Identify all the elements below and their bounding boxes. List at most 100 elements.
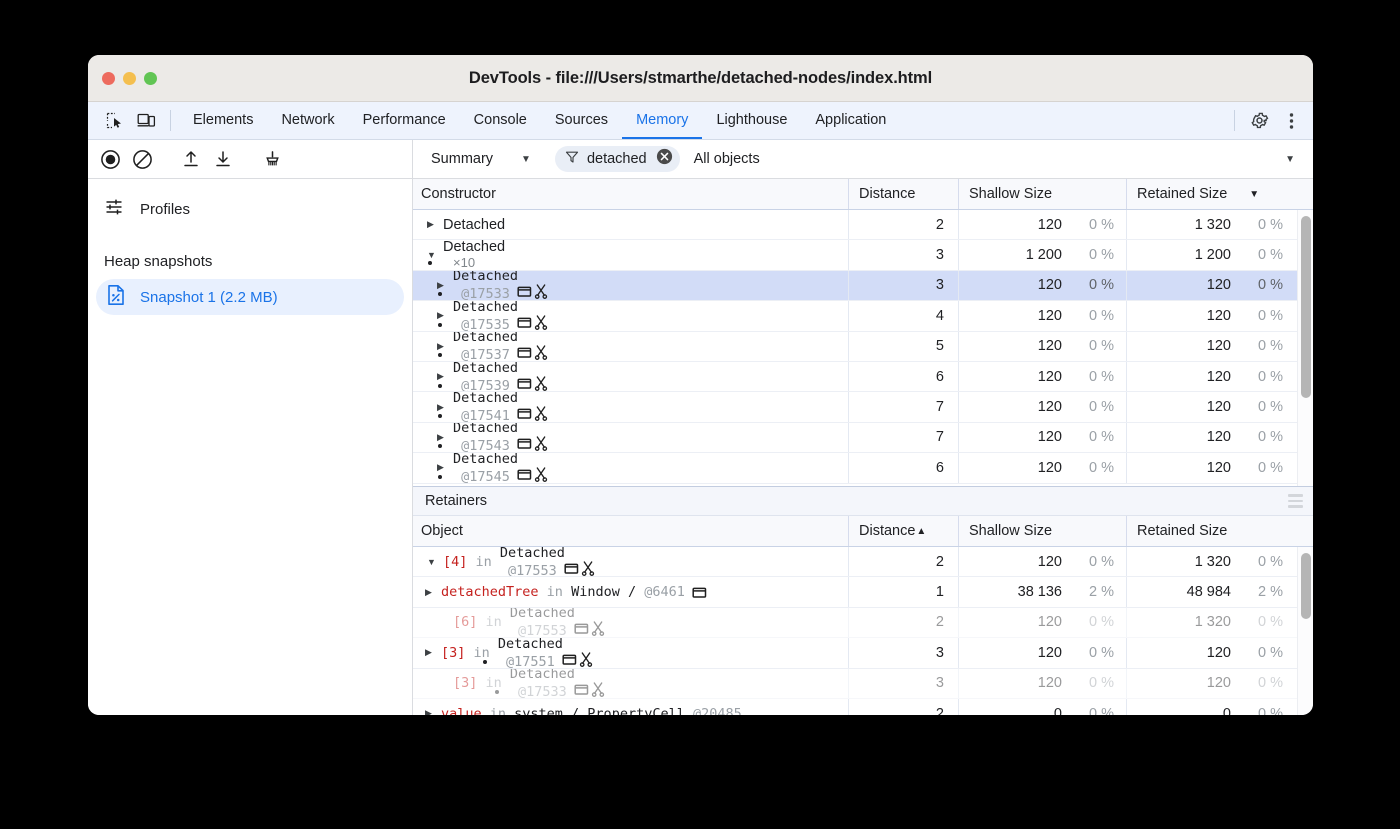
column-header-retainers-shallow[interactable]: Shallow Size bbox=[959, 516, 1127, 546]
upload-icon[interactable] bbox=[175, 149, 207, 169]
row-icons[interactable] bbox=[517, 467, 548, 482]
constructor-row[interactable]: ▶Detached @1753331200 %1200 % bbox=[413, 271, 1313, 301]
filter-input[interactable]: detached bbox=[555, 146, 680, 172]
tab-lighthouse[interactable]: Lighthouse bbox=[702, 102, 801, 139]
retainers-scrollbar-thumb[interactable] bbox=[1301, 553, 1311, 619]
device-toolbar-icon[interactable] bbox=[130, 102, 162, 139]
row-expander[interactable]: ▶ bbox=[425, 708, 441, 715]
constructor-name: Detached @17543 bbox=[453, 423, 548, 452]
retainer-distance-cell: 2 bbox=[849, 547, 959, 576]
constructor-row[interactable]: ▶Detached @1754171200 %1200 % bbox=[413, 392, 1313, 422]
row-icons[interactable] bbox=[564, 561, 595, 576]
download-icon[interactable] bbox=[207, 149, 239, 169]
tab-application[interactable]: Application bbox=[801, 102, 900, 139]
row-expander[interactable]: ▼ bbox=[427, 557, 443, 567]
tab-memory[interactable]: Memory bbox=[622, 102, 702, 139]
retainer-shallow-percent: 0 % bbox=[1072, 614, 1114, 630]
retainers-scrollbar[interactable] bbox=[1297, 547, 1313, 715]
gear-icon[interactable] bbox=[1243, 102, 1275, 139]
sidebar-item-snapshot-1[interactable]: Snapshot 1 (2.2 MB) bbox=[96, 279, 404, 315]
column-header-constructor[interactable]: Constructor bbox=[413, 179, 849, 209]
collect-garbage-icon[interactable] bbox=[256, 149, 288, 170]
retainer-object-id: @17553 bbox=[500, 563, 557, 577]
sidebar-item-label-snapshot: Snapshot 1 (2.2 MB) bbox=[140, 289, 278, 306]
retainer-key: detachedTree bbox=[441, 584, 539, 600]
retainer-object-cell: ▶value in system / PropertyCell @20485 bbox=[413, 699, 849, 715]
row-expander[interactable]: ▶ bbox=[425, 587, 441, 598]
retainer-row[interactable]: [3] in Detached @1753331200 %1200 % bbox=[413, 669, 1313, 699]
constructor-row[interactable]: ▼Detached ×1031 2000 %1 2000 % bbox=[413, 240, 1313, 270]
retainer-row[interactable]: ▶value in system / PropertyCell @2048520… bbox=[413, 699, 1313, 715]
clear-filter-icon[interactable] bbox=[655, 147, 674, 171]
inspect-element-icon[interactable] bbox=[98, 102, 130, 139]
tabbar-actions bbox=[1226, 102, 1313, 139]
row-icons[interactable] bbox=[574, 621, 605, 636]
tab-performance[interactable]: Performance bbox=[349, 102, 460, 139]
column-header-retained-size[interactable]: Retained Size ▼ bbox=[1127, 179, 1295, 209]
retainer-row[interactable]: [6] in Detached @1755321200 %1 3200 % bbox=[413, 608, 1313, 638]
column-header-object[interactable]: Object bbox=[413, 516, 849, 546]
retained-size-percent: 0 % bbox=[1241, 247, 1283, 263]
shallow-size-percent: 0 % bbox=[1072, 460, 1114, 476]
constructor-row[interactable]: ▶Detached 21200 %1 3200 % bbox=[413, 210, 1313, 240]
retainer-target: Detached @17551 bbox=[498, 638, 593, 667]
distance-cell: 4 bbox=[849, 301, 959, 330]
constructors-scrollbar[interactable] bbox=[1297, 210, 1313, 486]
object-id: @17537 bbox=[453, 347, 510, 361]
retainer-row[interactable]: ▼[4] in Detached @1755321200 %1 3200 % bbox=[413, 547, 1313, 577]
retainer-row[interactable]: ▶detachedTree in Window / @6461138 1362 … bbox=[413, 577, 1313, 607]
devtools-body: Profiles Heap snapshots Snapshot 1 (2.2 … bbox=[88, 179, 1313, 715]
row-icons[interactable] bbox=[517, 315, 548, 330]
class-filter-select[interactable]: All objects ▼ bbox=[680, 151, 1313, 167]
chevron-down-icon: ▼ bbox=[521, 154, 531, 165]
row-icons[interactable] bbox=[574, 682, 605, 697]
row-expander[interactable]: ▶ bbox=[425, 647, 441, 658]
shallow-size-percent: 0 % bbox=[1072, 247, 1114, 263]
retained-size-percent: 0 % bbox=[1241, 277, 1283, 293]
record-icon[interactable] bbox=[94, 149, 126, 170]
window-titlebar: DevTools - file:///Users/stmarthe/detach… bbox=[88, 55, 1313, 102]
reveal-in-elements-icon bbox=[517, 468, 532, 481]
instance-count: ×10 bbox=[453, 255, 475, 270]
sidebar-item-profiles[interactable]: Profiles bbox=[88, 191, 412, 227]
row-icons[interactable] bbox=[517, 345, 548, 360]
row-icons[interactable] bbox=[517, 406, 548, 421]
object-id: @17541 bbox=[453, 408, 510, 422]
shallow-size-percent: 0 % bbox=[1072, 217, 1114, 233]
retainer-target: Detached @17553 bbox=[510, 608, 605, 637]
tab-elements[interactable]: Elements bbox=[179, 102, 267, 139]
hamburger-icon[interactable] bbox=[1288, 494, 1303, 508]
tab-network[interactable]: Network bbox=[267, 102, 348, 139]
column-header-distance[interactable]: Distance bbox=[849, 179, 959, 209]
retainer-object-cell: ▶[3] in Detached @17551 bbox=[413, 638, 849, 667]
kebab-menu-icon[interactable] bbox=[1275, 102, 1307, 139]
sidebar-item-label-profiles: Profiles bbox=[140, 201, 190, 218]
constructor-row[interactable]: ▶Detached @1753541200 %1200 % bbox=[413, 301, 1313, 331]
row-icons[interactable] bbox=[562, 652, 593, 667]
scissors-icon bbox=[534, 315, 548, 330]
constructors-rows: ▶Detached 21200 %1 3200 %▼Detached ×1031… bbox=[413, 210, 1313, 486]
row-icons[interactable] bbox=[517, 436, 548, 451]
row-icons[interactable] bbox=[692, 586, 707, 599]
column-header-retainers-retained[interactable]: Retained Size bbox=[1127, 516, 1295, 546]
constructor-cell: ▶Detached @17541 bbox=[413, 392, 849, 421]
view-select-value: Summary bbox=[431, 151, 493, 167]
tab-console[interactable]: Console bbox=[460, 102, 541, 139]
window-title: DevTools - file:///Users/stmarthe/detach… bbox=[88, 69, 1313, 88]
row-icons[interactable] bbox=[517, 284, 548, 299]
constructor-row[interactable]: ▶Detached @1753751200 %1200 % bbox=[413, 332, 1313, 362]
column-header-shallow-size[interactable]: Shallow Size bbox=[959, 179, 1127, 209]
row-expander[interactable]: ▶ bbox=[427, 219, 443, 230]
constructors-scrollbar-thumb[interactable] bbox=[1301, 216, 1311, 398]
tab-sources[interactable]: Sources bbox=[541, 102, 622, 139]
retainer-row[interactable]: ▶[3] in Detached @1755131200 %1200 % bbox=[413, 638, 1313, 668]
retainer-retained-percent: 0 % bbox=[1241, 675, 1283, 691]
constructor-row[interactable]: ▶Detached @1754561200 %1200 % bbox=[413, 453, 1313, 483]
constructor-row[interactable]: ▶Detached @1754371200 %1200 % bbox=[413, 423, 1313, 453]
clear-icon[interactable] bbox=[126, 149, 158, 170]
column-header-retainers-distance[interactable]: Distance ▲ bbox=[849, 516, 959, 546]
row-icons[interactable] bbox=[517, 376, 548, 391]
retained-size-cell: 1200 % bbox=[1127, 362, 1295, 391]
constructor-row[interactable]: ▶Detached @1753961200 %1200 % bbox=[413, 362, 1313, 392]
view-select[interactable]: Summary ▼ bbox=[423, 151, 539, 167]
